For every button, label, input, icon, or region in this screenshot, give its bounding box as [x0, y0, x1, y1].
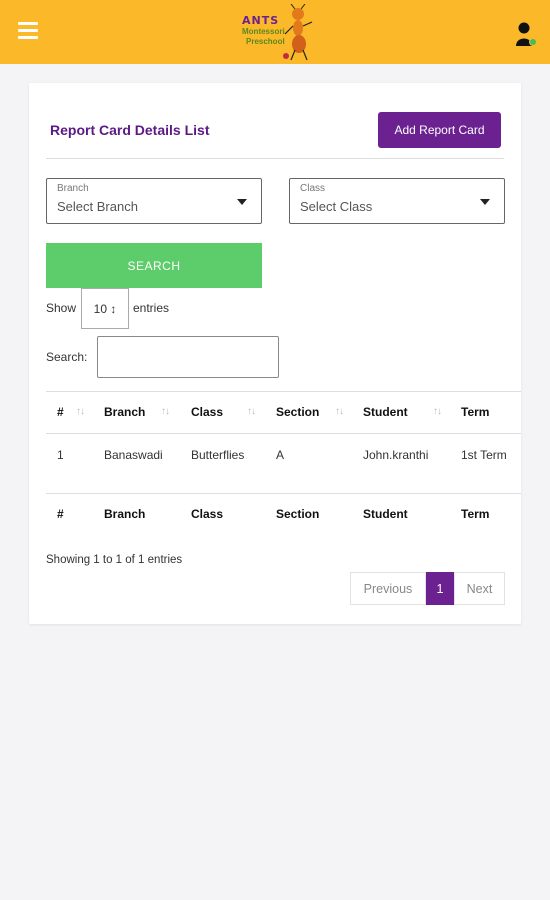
- menu-icon[interactable]: [18, 22, 38, 40]
- table-footer-border: [46, 493, 521, 494]
- sort-icon: ↑↓: [76, 406, 85, 417]
- logo-text-line2: Montessori: [242, 27, 285, 36]
- entries-label: entries: [133, 301, 170, 315]
- column-header-class[interactable]: Class: [191, 405, 223, 419]
- column-header-number[interactable]: #: [57, 405, 64, 419]
- previous-page-button[interactable]: Previous: [350, 572, 426, 605]
- report-card-panel: Report Card Details List Add Report Card…: [29, 83, 521, 624]
- table-top-border: [46, 391, 521, 392]
- branch-select-label: Branch: [57, 183, 89, 194]
- table-header-border: [46, 433, 521, 434]
- class-select[interactable]: Class Select Class: [289, 178, 505, 224]
- column-header-section[interactable]: Section: [276, 405, 319, 419]
- footer-header-class: Class: [191, 507, 224, 521]
- chevron-down-icon: [480, 199, 490, 205]
- ants-logo: ANTS Montessori Preschool: [238, 2, 318, 62]
- column-header-student[interactable]: Student: [363, 405, 408, 419]
- cell-student: John.kranthi: [363, 448, 429, 462]
- search-label: Search:: [46, 350, 88, 364]
- cell-branch: Banaswadi: [104, 448, 163, 462]
- search-input[interactable]: [97, 336, 279, 378]
- add-report-card-button[interactable]: Add Report Card: [378, 112, 501, 148]
- class-select-label: Class: [300, 183, 326, 194]
- cell-number: 1: [57, 448, 64, 462]
- ant-mascot-icon: [283, 4, 313, 61]
- cell-class: Butterflies: [191, 448, 245, 462]
- sort-icon: ↑↓: [433, 406, 442, 417]
- table-info: Showing 1 to 1 of 1 entries: [46, 554, 183, 566]
- footer-header-section: Section: [276, 507, 320, 521]
- footer-header-term: Term: [461, 507, 490, 521]
- class-select-value: Select Class: [300, 199, 373, 214]
- chevron-down-icon: [237, 199, 247, 205]
- search-button[interactable]: SEARCH: [46, 243, 262, 288]
- sort-icon: ↑↓: [247, 406, 256, 417]
- footer-header-student: Student: [363, 507, 408, 521]
- cell-section: A: [276, 448, 285, 462]
- logo-text-line3: Preschool: [246, 37, 285, 46]
- column-header-term[interactable]: Term: [461, 405, 489, 419]
- show-label: Show: [46, 301, 77, 315]
- entries-per-page-select[interactable]: 10 ↕: [81, 288, 129, 329]
- branch-select-value: Select Branch: [57, 199, 138, 214]
- app-header: ANTS Montessori Preschool: [0, 0, 550, 64]
- footer-header-number: #: [57, 507, 64, 521]
- cell-term: 1st Term: [461, 448, 507, 462]
- logo-text-name: ANTS: [242, 14, 280, 27]
- page-1-button[interactable]: 1: [426, 572, 454, 605]
- user-profile-icon[interactable]: [514, 20, 538, 48]
- page-title: Report Card Details List: [50, 122, 210, 138]
- divider: [46, 158, 504, 159]
- footer-header-branch: Branch: [104, 507, 146, 521]
- sort-icon: ↑↓: [161, 406, 170, 417]
- next-page-button[interactable]: Next: [454, 572, 505, 605]
- branch-select[interactable]: Branch Select Branch: [46, 178, 262, 224]
- sort-icon: ↑↓: [335, 406, 344, 417]
- column-header-branch[interactable]: Branch: [104, 405, 145, 419]
